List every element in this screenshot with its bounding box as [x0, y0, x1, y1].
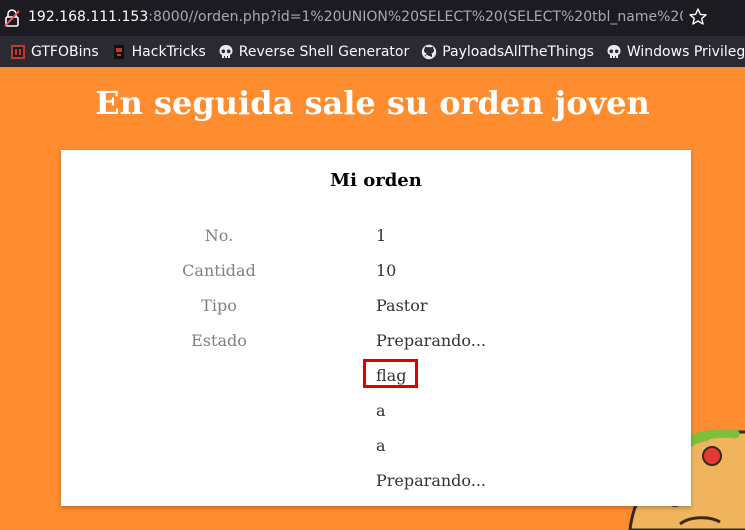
hacktricks-icon — [113, 44, 124, 59]
bookmarks-toolbar: GTFOBins HackTricks Reverse Shell Genera… — [0, 36, 745, 67]
row-value: Preparando... — [376, 331, 487, 350]
order-row-type: Tipo Pastor — [61, 296, 691, 331]
row-value: Pastor — [376, 296, 428, 315]
github-icon — [422, 44, 437, 59]
url-path: :8000//orden.php?id=1%20UNION%20SELECT%2… — [148, 9, 683, 25]
url-bar[interactable]: 192.168.111.153:8000//orden.php?id=1%20U… — [0, 0, 745, 36]
bookmark-label: Windows Privilege Es... — [626, 43, 745, 60]
row-value: a — [376, 436, 386, 455]
bookmark-label: Reverse Shell Generator — [238, 43, 410, 60]
injected-row-status: Preparando... — [61, 471, 691, 506]
lock-warning-icon[interactable] — [4, 9, 20, 27]
bookmark-payloadsallthethings[interactable]: PayloadsAllTheThings — [421, 44, 594, 60]
bookmark-gtfobins[interactable]: GTFOBins — [10, 44, 99, 60]
card-title: Mi orden — [330, 170, 422, 191]
bookmark-label: HackTricks — [131, 43, 206, 60]
gtfobins-icon — [11, 44, 25, 59]
row-value: 1 — [376, 226, 387, 245]
row-label: Estado — [191, 331, 247, 350]
skull-icon — [607, 44, 621, 58]
bookmark-label: GTFOBins — [31, 43, 99, 60]
skull-icon — [219, 44, 233, 58]
page-headline: En seguida sale su orden joven — [95, 84, 650, 122]
row-value: 10 — [376, 261, 397, 280]
bookmark-star-icon[interactable] — [688, 7, 708, 27]
order-row-number: No. 1 — [61, 226, 691, 261]
row-label: Tipo — [201, 296, 237, 315]
url-host: 192.168.111.153 — [28, 9, 149, 25]
flag-highlight-box — [363, 359, 418, 388]
order-row-quantity: Cantidad 10 — [61, 261, 691, 296]
injected-row-a2: a — [61, 436, 691, 471]
order-card: Mi orden No. 1 Cantidad 10 Tipo Pastor E… — [61, 150, 691, 506]
bookmark-windows-privilege-escalation[interactable]: Windows Privilege Es... — [606, 44, 745, 60]
url-text[interactable]: 192.168.111.153:8000//orden.php?id=1%20U… — [28, 9, 683, 25]
bookmark-hacktricks[interactable]: HackTricks — [111, 44, 206, 60]
row-value: a — [376, 401, 386, 420]
injected-row-a1: a — [61, 401, 691, 436]
row-label: Cantidad — [182, 261, 256, 280]
row-value: Preparando... — [376, 471, 487, 490]
bookmark-label: PayloadsAllTheThings — [442, 43, 594, 60]
bookmark-reverse-shell-generator[interactable]: Reverse Shell Generator — [218, 44, 409, 60]
row-label: No. — [204, 226, 234, 245]
